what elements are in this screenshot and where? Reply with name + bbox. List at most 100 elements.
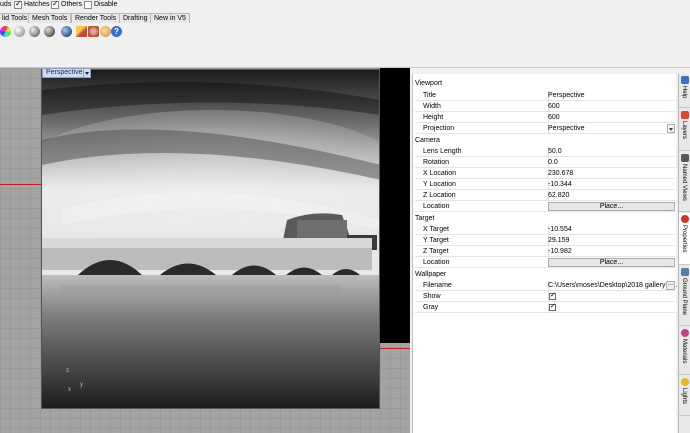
section-wallpaper: Wallpaper [415, 271, 447, 278]
viewport-menu-button[interactable] [83, 68, 91, 78]
z-target-value[interactable]: -10.982 [548, 247, 572, 257]
disable-checkbox[interactable] [84, 1, 92, 9]
render-sphere-icon[interactable] [29, 26, 40, 37]
tab-solid-tools[interactable]: lid Tools [0, 13, 32, 23]
filter-label-others: Others [61, 1, 83, 8]
side-tab-properties[interactable]: Properties [679, 213, 690, 265]
side-tab-named-views-label: Named Views [681, 164, 687, 201]
y-location-value[interactable]: -10.344 [548, 180, 572, 190]
row-height[interactable]: Height 600 [415, 113, 675, 123]
row-x-location[interactable]: X Location 230.678 [415, 169, 675, 179]
side-tab-named-views[interactable]: Named Views [679, 152, 690, 212]
side-tab-ground-plane-label: Ground Plane [681, 278, 687, 316]
filename-key: Filename [423, 282, 452, 289]
side-tab-materials[interactable]: Materials [679, 327, 690, 375]
side-tab-layers[interactable]: Layers [679, 109, 690, 151]
row-z-target[interactable]: Z Target -10.982 [415, 247, 675, 257]
z-target-key: Z Target [423, 248, 449, 255]
title-value[interactable]: Perspective [548, 91, 585, 101]
ground-plane-icon [681, 268, 689, 276]
z-location-value[interactable]: 62.820 [548, 191, 569, 201]
side-tab-ground-plane[interactable]: Ground Plane [679, 266, 690, 326]
panel-side-tabs: Help Layers Named Views Properties Groun… [678, 74, 690, 433]
height-value[interactable]: 600 [548, 113, 560, 123]
side-tab-lights[interactable]: Lights [679, 376, 690, 416]
row-width[interactable]: Width 600 [415, 102, 675, 112]
x-target-value[interactable]: -10.554 [548, 225, 572, 235]
paint-icon[interactable] [88, 26, 99, 37]
help-icon [681, 76, 689, 84]
row-filename[interactable]: Filename C:\Users\moses\Desktop\2018 gal… [415, 281, 677, 291]
color-wheel-icon[interactable] [0, 26, 11, 37]
height-key: Height [423, 114, 444, 121]
camera-icon [681, 154, 689, 162]
tab-mesh-tools[interactable]: Mesh Tools [28, 13, 72, 23]
properties-panel: Viewport Title Perspective Width 600 Hei… [412, 74, 677, 433]
viewport-title-label[interactable]: Perspective [42, 68, 87, 78]
width-value[interactable]: 600 [548, 102, 560, 112]
row-lens-length[interactable]: Lens Length 50.0 [415, 147, 675, 157]
row-y-target[interactable]: Y Target 29.159 [415, 236, 675, 246]
tab-render-tools[interactable]: Render Tools [71, 13, 121, 23]
y-location-key: Y Location [423, 181, 456, 188]
target-place-button[interactable]: Place... [548, 258, 675, 267]
filter-label-disable: Disable [94, 1, 118, 8]
filter-label-uds: uds [0, 1, 12, 8]
side-tab-help[interactable]: Help [679, 74, 690, 108]
gray-key: Gray [423, 304, 439, 311]
row-camera-location: Location Place... [415, 202, 675, 212]
width-key: Width [423, 103, 441, 110]
show-checkbox[interactable] [549, 291, 556, 300]
materials-icon [681, 329, 689, 337]
row-rotation[interactable]: Rotation 0.0 [415, 158, 675, 168]
hatches-checkbox[interactable] [14, 0, 22, 9]
browse-file-button[interactable]: ... [666, 281, 675, 290]
environment-icon[interactable] [100, 26, 111, 37]
x-location-value[interactable]: 230.678 [548, 169, 573, 179]
x-axis-line-left [0, 184, 41, 185]
viewport-area[interactable]: z y x Perspective [0, 68, 410, 433]
rotation-value[interactable]: 0.0 [548, 158, 558, 168]
others-checkbox[interactable] [51, 0, 59, 9]
projection-key: Projection [423, 125, 455, 132]
render-toolbar: ? [0, 23, 690, 40]
gray-checkbox[interactable] [549, 302, 556, 311]
projection-dropdown-arrow[interactable] [667, 124, 675, 133]
axis-x-label: x [68, 387, 71, 393]
light-icon[interactable] [76, 26, 87, 37]
projection-value[interactable]: Perspective [548, 124, 585, 134]
properties-icon [681, 215, 689, 223]
side-tab-properties-label: Properties [681, 225, 687, 253]
lens-length-value[interactable]: 50.0 [548, 147, 562, 157]
tab-drafting[interactable]: Drafting [119, 13, 152, 23]
filename-value[interactable]: C:\Users\moses\Desktop\2018 gallery 3... [548, 281, 677, 291]
row-x-target[interactable]: X Target -10.554 [415, 225, 675, 235]
section-camera: Camera [415, 137, 440, 144]
help-icon[interactable]: ? [111, 26, 122, 37]
z-location-key: Z Location [423, 192, 456, 199]
section-viewport: Viewport [415, 80, 443, 87]
y-target-key: Y Target [423, 237, 449, 244]
row-gray[interactable]: Gray [415, 302, 675, 313]
material-sphere-icon[interactable] [44, 26, 55, 37]
camera-place-button[interactable]: Place... [548, 202, 675, 211]
blue-sphere-icon[interactable] [61, 26, 72, 37]
y-target-value[interactable]: 29.159 [548, 236, 569, 246]
tab-new-in-v5[interactable]: New in V5 [150, 13, 190, 23]
lens-length-key: Lens Length [423, 148, 462, 155]
row-title[interactable]: Title Perspective [415, 91, 675, 101]
row-projection[interactable]: Projection Perspective [415, 124, 675, 134]
side-tab-layers-label: Layers [681, 121, 687, 140]
axis-y-label: y [80, 382, 83, 388]
row-show[interactable]: Show [415, 291, 675, 302]
shaded-sphere-icon[interactable] [14, 26, 25, 37]
toolbar-tabs: lid Tools Mesh Tools Render Tools Drafti… [0, 13, 690, 23]
row-target-location: Location Place... [415, 258, 675, 268]
title-key: Title [423, 92, 436, 99]
side-tab-lights-label: Lights [681, 388, 687, 405]
side-tab-help-label: Help [681, 86, 687, 99]
row-y-location[interactable]: Y Location -10.344 [415, 180, 675, 190]
lights-icon [681, 378, 689, 386]
row-z-location[interactable]: Z Location 62.820 [415, 191, 675, 201]
layers-icon [681, 111, 689, 119]
